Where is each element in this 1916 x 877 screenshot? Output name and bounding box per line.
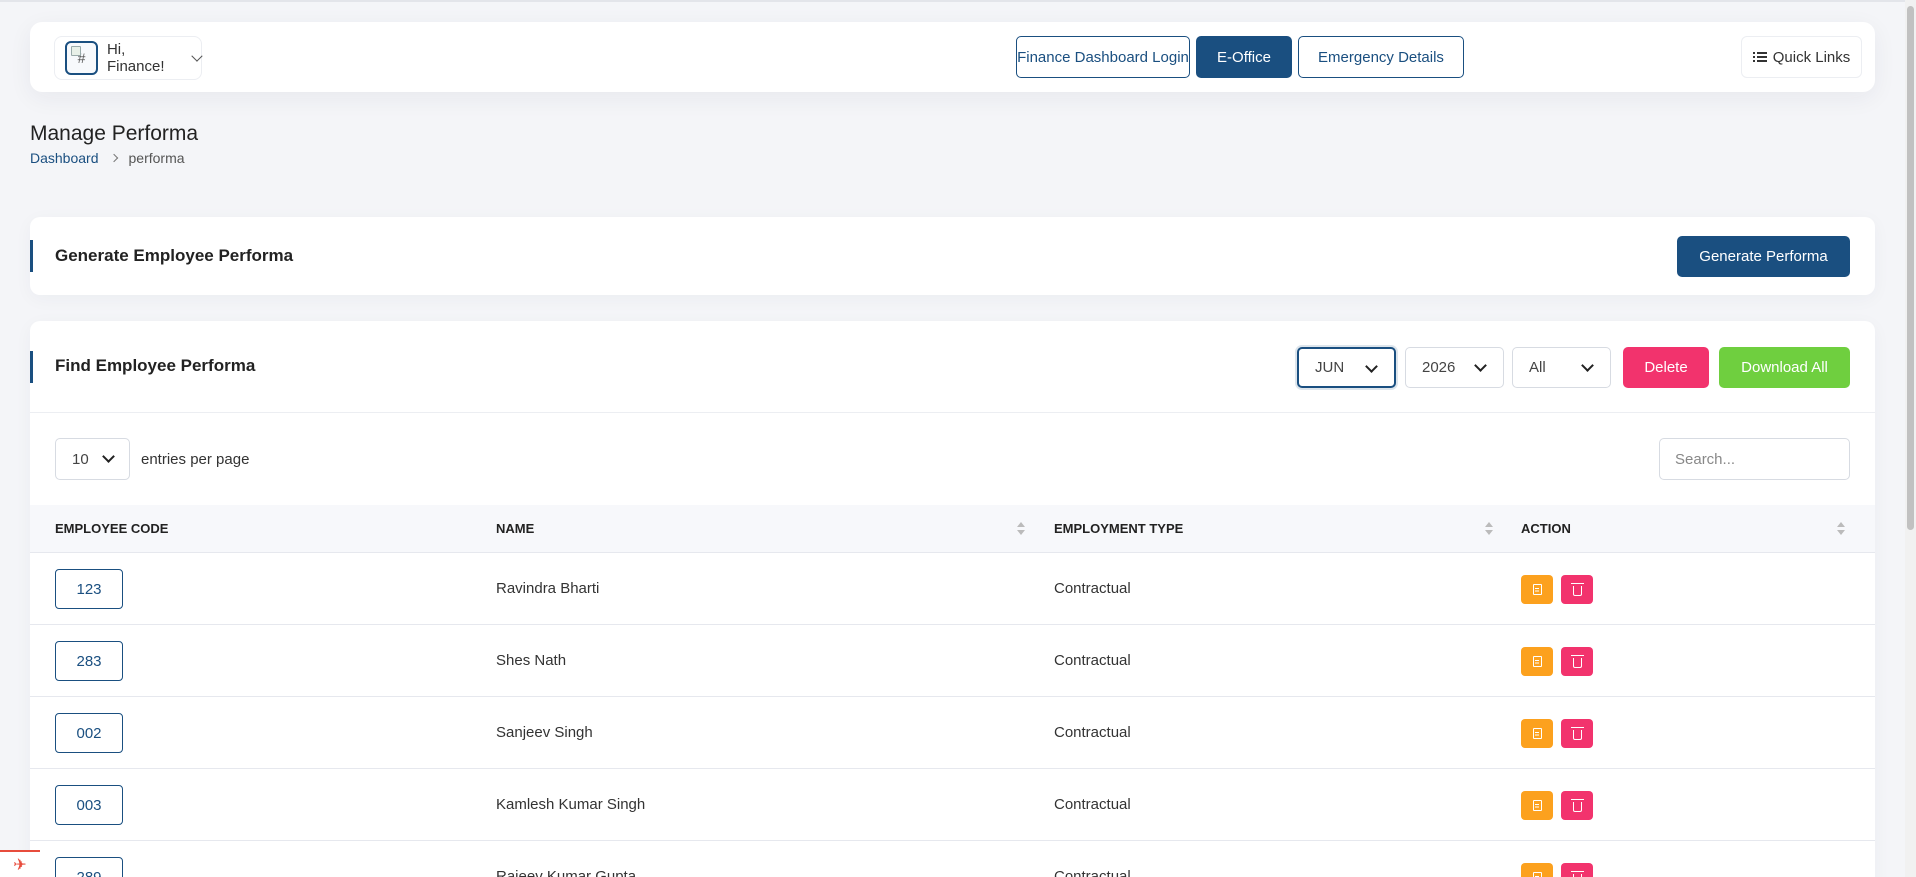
employee-name: Rajeev Kumar Gupta — [496, 868, 637, 877]
delete-row-button[interactable] — [1561, 791, 1593, 820]
column-name[interactable]: NAME — [496, 521, 534, 536]
chevron-down-icon — [1581, 359, 1594, 372]
employee-code-button[interactable]: 283 — [55, 641, 123, 681]
top-border — [0, 0, 1916, 2]
delete-row-button[interactable] — [1561, 863, 1593, 877]
employment-type: Contractual — [1054, 580, 1131, 597]
employment-type: Contractual — [1054, 724, 1131, 741]
broken-image-icon — [71, 46, 81, 56]
trash-icon — [1570, 870, 1584, 877]
view-performa-button[interactable] — [1521, 791, 1553, 820]
employee-code-button[interactable]: 289 — [55, 857, 123, 877]
entries-label: entries per page — [141, 450, 250, 468]
file-icon — [1532, 728, 1542, 739]
year-select[interactable]: 2026 — [1405, 347, 1504, 388]
table-header: EMPLOYEE CODE NAME EMPLOYMENT TYPE ACTIO… — [30, 505, 1875, 553]
avatar: # — [65, 41, 98, 75]
sort-icon[interactable] — [1017, 522, 1025, 536]
column-employment-type[interactable]: EMPLOYMENT TYPE — [1054, 521, 1183, 536]
find-card-header: Find Employee Performa JUN 2026 All Dele… — [30, 321, 1875, 413]
table-row: 123 Ravindra Bharti Contractual — [30, 553, 1875, 625]
trash-icon — [1570, 582, 1584, 596]
table-row: 003 Kamlesh Kumar Singh Contractual — [30, 769, 1875, 841]
download-all-button[interactable]: Download All — [1719, 347, 1850, 388]
card-accent-bar — [30, 240, 33, 272]
list-icon — [1752, 51, 1767, 63]
chevron-down-icon — [102, 450, 115, 463]
file-icon — [1532, 584, 1542, 595]
employee-name: Sanjeev Singh — [496, 724, 593, 741]
delete-row-button[interactable] — [1561, 647, 1593, 676]
type-select-value: All — [1529, 359, 1546, 376]
employee-code-button[interactable]: 123 — [55, 569, 123, 609]
delete-row-button[interactable] — [1561, 719, 1593, 748]
table-row: 289 Rajeev Kumar Gupta Contractual — [30, 841, 1875, 877]
file-icon — [1532, 872, 1542, 877]
sort-icon[interactable] — [1485, 522, 1493, 536]
breadcrumb: Dashboard performa — [30, 150, 185, 166]
quick-links-label: Quick Links — [1772, 48, 1851, 66]
delete-row-button[interactable] — [1561, 575, 1593, 604]
quick-links-button[interactable]: Quick Links — [1741, 36, 1862, 78]
emergency-details-button[interactable]: Emergency Details — [1298, 36, 1464, 78]
chevron-right-icon — [109, 153, 118, 163]
find-card-title: Find Employee Performa — [55, 356, 256, 375]
month-select-value: JUN — [1315, 359, 1345, 376]
year-select-value: 2026 — [1422, 359, 1456, 376]
employment-type: Contractual — [1054, 796, 1131, 813]
employee-name: Shes Nath — [496, 652, 567, 669]
laravel-logo-icon: ✈ — [0, 850, 40, 877]
finance-dashboard-login-button[interactable]: Finance Dashboard Login — [1016, 36, 1190, 78]
user-menu[interactable]: # Hi, Finance! — [54, 36, 203, 80]
column-employee-code[interactable]: EMPLOYEE CODE — [55, 521, 168, 536]
file-icon — [1532, 656, 1542, 667]
breadcrumb-current: performa — [128, 150, 185, 166]
view-performa-button[interactable] — [1521, 647, 1553, 676]
delete-button[interactable]: Delete — [1623, 347, 1709, 388]
column-action[interactable]: ACTION — [1521, 521, 1571, 536]
view-performa-button[interactable] — [1521, 863, 1553, 877]
user-greeting: Hi, Finance! — [106, 41, 165, 75]
employment-type-select[interactable]: All — [1512, 347, 1611, 388]
generate-performa-button[interactable]: Generate Performa — [1677, 236, 1850, 277]
table-row: 283 Shes Nath Contractual — [30, 625, 1875, 697]
chevron-down-icon — [191, 50, 203, 62]
scrollbar-thumb[interactable] — [1907, 6, 1914, 530]
top-header: # Hi, Finance! Finance Dashboard Login E… — [30, 22, 1875, 92]
employee-name: Ravindra Bharti — [496, 580, 600, 597]
entries-per-page: 10 entries per page — [55, 438, 249, 480]
trash-icon — [1570, 726, 1584, 740]
view-performa-button[interactable] — [1521, 575, 1553, 604]
page-scrollbar[interactable] — [1905, 0, 1916, 877]
employment-type: Contractual — [1054, 868, 1131, 877]
trash-icon — [1570, 654, 1584, 668]
breadcrumb-dashboard-link[interactable]: Dashboard — [30, 150, 99, 166]
find-performa-card: Find Employee Performa JUN 2026 All Dele… — [30, 321, 1875, 877]
chevron-down-icon — [1474, 359, 1487, 372]
card-accent-bar — [30, 351, 33, 383]
employment-type: Contractual — [1054, 652, 1131, 669]
table-row: 002 Sanjeev Singh Contractual — [30, 697, 1875, 769]
sort-icon[interactable] — [1837, 522, 1845, 536]
entries-select[interactable]: 10 — [55, 438, 130, 480]
search-input[interactable] — [1659, 438, 1850, 480]
month-select[interactable]: JUN — [1297, 347, 1396, 388]
employee-name: Kamlesh Kumar Singh — [496, 796, 646, 813]
generate-card-title: Generate Employee Performa — [55, 246, 294, 265]
view-performa-button[interactable] — [1521, 719, 1553, 748]
file-icon — [1532, 800, 1542, 811]
trash-icon — [1570, 798, 1584, 812]
e-office-button[interactable]: E-Office — [1196, 36, 1292, 78]
page-title: Manage Performa — [30, 122, 199, 145]
chevron-down-icon — [1365, 360, 1378, 373]
generate-performa-card: Generate Employee Performa Generate Perf… — [30, 217, 1875, 295]
employee-code-button[interactable]: 003 — [55, 785, 123, 825]
entries-select-value: 10 — [72, 450, 89, 468]
employee-code-button[interactable]: 002 — [55, 713, 123, 753]
